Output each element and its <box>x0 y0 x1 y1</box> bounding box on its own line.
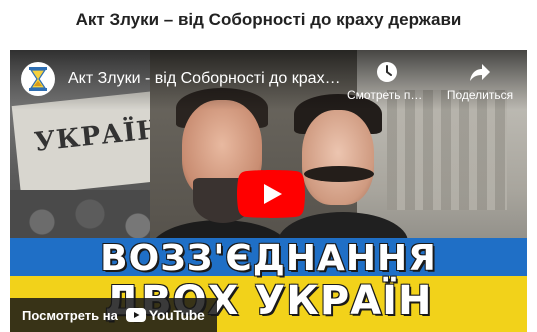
channel-avatar[interactable] <box>21 62 55 96</box>
youtube-logo: YouTube <box>125 307 205 323</box>
watch-on-label: Посмотреть на <box>22 307 118 323</box>
youtube-play-icon[interactable] <box>237 170 305 218</box>
youtube-logo-icon <box>125 308 146 322</box>
watch-on-youtube-button[interactable]: Посмотреть на YouTube <box>10 298 217 332</box>
share-label: Поделиться <box>446 88 514 102</box>
share-arrow-icon <box>470 64 490 81</box>
portrait-right-mustache <box>304 166 374 182</box>
hourglass-icon <box>29 67 47 91</box>
portrait-right-face <box>302 110 374 205</box>
youtube-wordmark: YouTube <box>148 307 205 323</box>
youtube-embed-player[interactable]: УКРАЇНА ВОЗЗ'ЄДНАННЯ ДВОХ УКРАЇН Акт Злу… <box>10 50 527 332</box>
video-title-link[interactable]: Акт Злуки - від Соборності до краху держ… <box>68 70 343 88</box>
share-button[interactable]: Поделиться <box>440 60 520 102</box>
thumbnail-headline-line1: ВОЗЗ'ЄДНАННЯ <box>100 238 437 279</box>
watch-later-label: Смотреть позже <box>347 88 427 102</box>
clock-icon <box>377 62 397 82</box>
watch-later-button[interactable]: Смотреть позже <box>347 60 427 102</box>
page-title: Акт Злуки – від Соборності до краху держ… <box>75 10 462 29</box>
